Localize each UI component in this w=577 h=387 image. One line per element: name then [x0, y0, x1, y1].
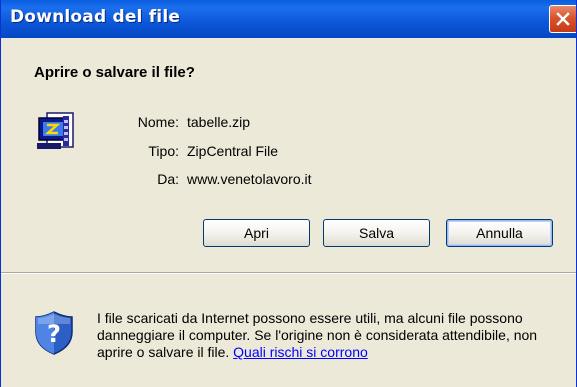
window-title: Download del file [10, 7, 181, 27]
file-type-label: Tipo: [148, 143, 179, 159]
close-button[interactable] [549, 5, 576, 33]
download-dialog: Download del file Aprire o salvare il fi… [0, 0, 577, 387]
security-warning: I file scaricati da Internet possono ess… [97, 310, 567, 361]
file-name-label: Nome: [137, 114, 179, 130]
close-icon [556, 12, 570, 26]
title-bar[interactable]: Download del file [1, 0, 576, 38]
file-source-label: Da: [157, 171, 179, 187]
open-button[interactable]: Apri [203, 219, 310, 247]
file-source-value: www.venetolavoro.it [187, 171, 312, 187]
dialog-question: Aprire o salvare il file? [34, 64, 195, 81]
svg-text:?: ? [47, 320, 61, 348]
save-button[interactable]: Salva [323, 219, 430, 247]
file-type-value: ZipCentral File [187, 143, 279, 159]
zip-archive-icon [37, 112, 74, 149]
section-divider [1, 272, 576, 274]
cancel-button[interactable]: Annulla [446, 219, 553, 247]
security-shield-question-icon: ? [35, 311, 73, 355]
file-name-value: tabelle.zip [187, 114, 251, 130]
risks-link[interactable]: Quali rischi si corrono [233, 344, 368, 360]
